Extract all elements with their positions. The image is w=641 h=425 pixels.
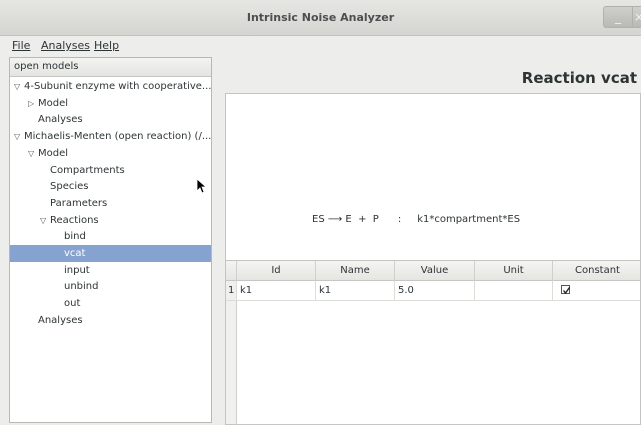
tree-item[interactable]: ▷ Model xyxy=(10,95,211,112)
close-button[interactable]: × xyxy=(632,6,641,28)
cell-value[interactable]: 5.0 xyxy=(395,281,475,301)
tree-item-label: vcat xyxy=(64,248,86,259)
tree-item-label: Compartments xyxy=(50,164,125,176)
cell-name[interactable]: k1 xyxy=(316,281,395,301)
cell-constant[interactable] xyxy=(553,281,640,301)
tree-item-label: Model xyxy=(38,97,69,109)
reaction-title: Reaction vcat xyxy=(521,69,637,87)
tree-item-label: Michaelis-Menten (open reaction) (/... xyxy=(24,131,211,143)
expanded-arrow-icon[interactable]: ▽ xyxy=(40,212,50,229)
model-tree-panel: open models ▽ 4-Subunit enzyme with coope… xyxy=(9,57,212,423)
tree-item-label: Analyses xyxy=(38,114,83,126)
column-header-unit[interactable]: Unit xyxy=(475,261,553,281)
menu-file[interactable]: File xyxy=(12,39,30,52)
row-index: 1 xyxy=(226,281,237,301)
tree-item[interactable]: Compartments xyxy=(10,162,211,179)
reaction-view: Reaction vcat ES ⟶ E + P : k1*compartmen… xyxy=(217,57,641,425)
tree-item-label: input xyxy=(64,264,90,276)
title-bar: Intrinsic Noise Analyzer _ × xyxy=(0,0,641,36)
tree-item[interactable]: ▽ Reactions xyxy=(10,212,211,229)
constant-checkbox[interactable] xyxy=(561,285,571,295)
tree-item[interactable]: Analyses xyxy=(10,111,211,128)
menu-file-label: File xyxy=(12,39,31,52)
column-header-name[interactable]: Name xyxy=(316,261,395,281)
tree-item-label: Species xyxy=(50,181,89,193)
tree-item-label: Reactions xyxy=(50,214,99,226)
tree-item[interactable]: Parameters xyxy=(10,195,211,212)
equation-reactants: ES xyxy=(312,214,325,225)
tree-item-label: Parameters xyxy=(50,197,108,209)
tree-item[interactable]: unbind xyxy=(10,278,211,295)
table-row[interactable]: 1 k1 k1 5.0 xyxy=(226,281,640,301)
model-tree-header: open models xyxy=(10,58,211,77)
tree-item-label: Analyses xyxy=(38,314,83,326)
tree-item-label: 4-Subunit enzyme with cooperative... xyxy=(24,81,211,92)
parameter-table: Id Name Value Unit Constant 1 k1 k1 5.0 xyxy=(225,260,641,425)
menu-help-label: Help xyxy=(94,39,120,52)
cell-id[interactable]: k1 xyxy=(237,281,316,301)
mouse-cursor-icon xyxy=(196,178,206,194)
tree-item-label: bind xyxy=(64,231,86,243)
tree-item-label: unbind xyxy=(64,281,99,293)
column-header-value[interactable]: Value xyxy=(395,261,475,281)
column-header-constant[interactable]: Constant xyxy=(553,261,640,281)
corner-header xyxy=(226,261,237,281)
reaction-arrow-icon: ⟶ xyxy=(327,214,343,225)
equation-products: E + P xyxy=(345,214,379,225)
tree-item-label: out xyxy=(64,298,81,310)
tree-item[interactable]: Species xyxy=(10,178,211,195)
equation-separator: : xyxy=(397,214,402,225)
reaction-equation: ES ⟶ E + P : k1*compartment*ES xyxy=(312,214,520,225)
column-header-id[interactable]: Id xyxy=(237,261,316,281)
expanded-arrow-icon[interactable]: ▽ xyxy=(14,78,24,95)
parameter-table-header: Id Name Value Unit Constant xyxy=(226,261,640,281)
row-number-column xyxy=(226,281,237,424)
tree-item[interactable]: vcat xyxy=(10,245,211,262)
tree-item[interactable]: Analyses xyxy=(10,312,211,329)
checkmark-icon xyxy=(562,287,571,295)
menu-analyses-label: Analyses xyxy=(41,39,91,52)
collapsed-arrow-icon[interactable]: ▷ xyxy=(28,95,38,112)
tree-item[interactable]: ▽ Model xyxy=(10,145,211,162)
rate-law: k1*compartment*ES xyxy=(417,214,521,225)
tree-item[interactable]: ▽ 4-Subunit enzyme with cooperative... xyxy=(10,78,211,95)
expanded-arrow-icon[interactable]: ▽ xyxy=(14,128,24,145)
tree-item[interactable]: input xyxy=(10,262,211,279)
tree-item[interactable]: ▽ Michaelis-Menten (open reaction) (/... xyxy=(10,128,211,145)
menu-help[interactable]: Help xyxy=(94,39,119,52)
minimize-button[interactable]: _ xyxy=(603,6,633,28)
menu-bar: File Analyses Help xyxy=(0,36,641,56)
tree-item[interactable]: out xyxy=(10,295,211,312)
cell-unit[interactable] xyxy=(475,281,553,301)
expanded-arrow-icon[interactable]: ▽ xyxy=(28,145,38,162)
tree-item[interactable]: bind xyxy=(10,228,211,245)
tree-item-label: Model xyxy=(38,147,69,159)
menu-analyses[interactable]: Analyses xyxy=(41,39,90,52)
window-title: Intrinsic Noise Analyzer xyxy=(246,11,395,24)
